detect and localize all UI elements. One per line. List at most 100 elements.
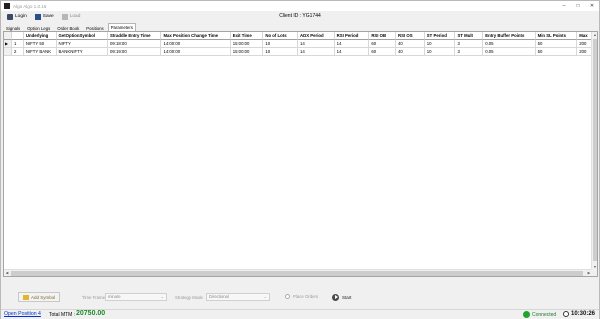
client-id: Client ID : YG1744	[279, 13, 321, 19]
parameters-grid: Underlying GetOptionSymbol Straddle Entr…	[3, 31, 598, 277]
table-cell[interactable]: 3	[455, 48, 484, 56]
table-cell[interactable]: 50	[535, 40, 578, 48]
table-cell[interactable]: 50	[535, 48, 578, 56]
tab-positions[interactable]: Positions	[83, 24, 106, 31]
login-button[interactable]: Login	[4, 12, 30, 21]
tab-order-book[interactable]: Order Book	[54, 24, 82, 31]
tab-parameters[interactable]: Parameters	[107, 23, 136, 31]
table-cell[interactable]: 10	[263, 48, 299, 56]
close-icon[interactable]: ✕	[585, 1, 599, 11]
time-frame-select[interactable]: minute ⌄	[105, 293, 167, 301]
client-id-row: Client ID : YG1744	[1, 13, 599, 19]
column-header[interactable]: ADX Period	[298, 32, 335, 40]
strategy-mode-label: Strategy Mode	[175, 295, 203, 300]
vertical-scrollbar[interactable]: ▲ ▼	[591, 32, 597, 270]
start-button[interactable]: Start	[332, 292, 354, 302]
row-number: 2	[11, 48, 24, 56]
chevron-down-icon: ⌄	[263, 294, 267, 299]
column-header-num	[11, 32, 24, 40]
login-icon	[7, 13, 13, 20]
table-cell[interactable]: 14:00:00	[161, 48, 231, 56]
row-header-corner	[4, 32, 12, 40]
column-header[interactable]: ST Period	[424, 32, 456, 40]
table-cell[interactable]: 14	[334, 48, 370, 56]
tab-signals[interactable]: Signals	[3, 24, 23, 31]
table-cell[interactable]: 3	[455, 40, 484, 48]
table-cell[interactable]: 0.05	[483, 40, 536, 48]
clock-time: 10:30:26	[571, 311, 596, 317]
table-cell[interactable]: 14:00:00	[161, 40, 231, 48]
controls-panel: Add Symbol Time Frame minute ⌄ Strategy …	[1, 286, 599, 308]
save-icon	[34, 13, 41, 20]
column-header[interactable]: ST Mult	[455, 32, 484, 40]
load-button[interactable]: Load	[59, 12, 84, 21]
scrollbar-corner	[591, 269, 597, 276]
column-header[interactable]: RSI OS	[396, 32, 425, 40]
toolbar: Login Save Load Client ID : YG1744	[1, 11, 599, 22]
column-header[interactable]: Min SL Points	[535, 32, 578, 40]
open-positions-link[interactable]: Open Position 4	[4, 311, 41, 317]
table-row[interactable]: 2 NIFTY BANK BANKNIFTY 09:19:00 14:00:00…	[4, 48, 597, 56]
connection-label: Connected	[532, 311, 557, 318]
table-cell[interactable]: 14	[298, 40, 335, 48]
connection-status: Connected	[523, 311, 556, 318]
table-cell[interactable]: 60	[369, 48, 397, 56]
column-header[interactable]: Underlying	[23, 32, 57, 40]
scroll-left-icon[interactable]: ◀	[4, 270, 10, 276]
app-window: Algo Algo 1.0.16 – □ ✕ Login Save Load C…	[0, 0, 600, 319]
table-cell[interactable]: 15:00:00	[230, 48, 264, 56]
scroll-up-icon[interactable]: ▲	[592, 32, 597, 38]
maximize-icon[interactable]: □	[571, 1, 585, 11]
table-cell[interactable]: 10	[263, 40, 299, 48]
table-cell[interactable]: NIFTY	[56, 40, 108, 48]
row-number: 1	[11, 40, 24, 48]
table-cell[interactable]: 14	[334, 40, 370, 48]
table-cell[interactable]: NIFTY 50	[23, 40, 57, 48]
clock-icon	[563, 311, 569, 317]
tab-strip: Signals Option Legs Order Book Positions…	[3, 23, 137, 31]
table-cell[interactable]: NIFTY BANK	[23, 48, 57, 56]
table-cell[interactable]: 0.05	[483, 48, 536, 56]
place-orders-option[interactable]: Place Orders	[285, 294, 318, 299]
table-cell[interactable]: 09:18:00	[107, 40, 162, 48]
column-header[interactable]: Straddle Entry Time	[107, 32, 162, 40]
strategy-mode-select[interactable]: Directional ⌄	[206, 293, 270, 301]
place-orders-label: Place Orders	[293, 294, 319, 299]
add-symbol-button[interactable]: Add Symbol	[18, 292, 60, 302]
window-controls: – □ ✕	[557, 1, 599, 11]
total-mtm-value: 20750.00	[76, 310, 106, 317]
load-label: Load	[69, 14, 81, 19]
column-header[interactable]: Entry Buffer Points	[483, 32, 536, 40]
add-symbol-icon	[23, 294, 29, 300]
table-cell[interactable]: 09:19:00	[107, 48, 162, 56]
table-cell[interactable]: 40	[396, 40, 425, 48]
column-header[interactable]: No of Lots	[263, 32, 299, 40]
column-header[interactable]: RSI OB	[369, 32, 397, 40]
column-header[interactable]: RSI Period	[334, 32, 370, 40]
grid-header-row: Underlying GetOptionSymbol Straddle Entr…	[4, 32, 597, 40]
minimize-icon[interactable]: –	[557, 1, 571, 11]
title-bar: Algo Algo 1.0.16 – □ ✕	[1, 1, 599, 11]
table-cell[interactable]: 10	[424, 48, 456, 56]
column-header[interactable]: Max Position Change Time	[161, 32, 231, 40]
table-cell[interactable]: 10	[424, 40, 456, 48]
column-header[interactable]: Exit Time	[230, 32, 264, 40]
table-cell[interactable]: 15:00:00	[230, 40, 264, 48]
column-header[interactable]: GetOptionSymbol	[56, 32, 108, 40]
place-orders-radio[interactable]	[285, 294, 290, 299]
horizontal-scrollbar[interactable]: ◀ ▶	[4, 269, 592, 276]
current-row-indicator[interactable]: ▶	[4, 40, 12, 48]
save-button[interactable]: Save	[32, 12, 57, 21]
chevron-down-icon: ⌄	[160, 294, 164, 299]
horizontal-scroll-thumb[interactable]	[11, 271, 583, 276]
table-row[interactable]: ▶ 1 NIFTY 50 NIFTY 09:18:00 14:00:00 15:…	[4, 40, 597, 48]
connected-status-icon	[523, 311, 530, 318]
table-cell[interactable]: 60	[369, 40, 397, 48]
row-header[interactable]	[4, 48, 12, 56]
vertical-scroll-thumb[interactable]	[593, 39, 597, 261]
table-cell[interactable]: 40	[396, 48, 425, 56]
table-cell[interactable]: 14	[298, 48, 335, 56]
table-cell[interactable]: BANKNIFTY	[56, 48, 108, 56]
tab-option-legs[interactable]: Option Legs	[24, 24, 53, 31]
status-bar: Open Position 4 Total MTM : 20750.00 Con…	[1, 309, 599, 319]
